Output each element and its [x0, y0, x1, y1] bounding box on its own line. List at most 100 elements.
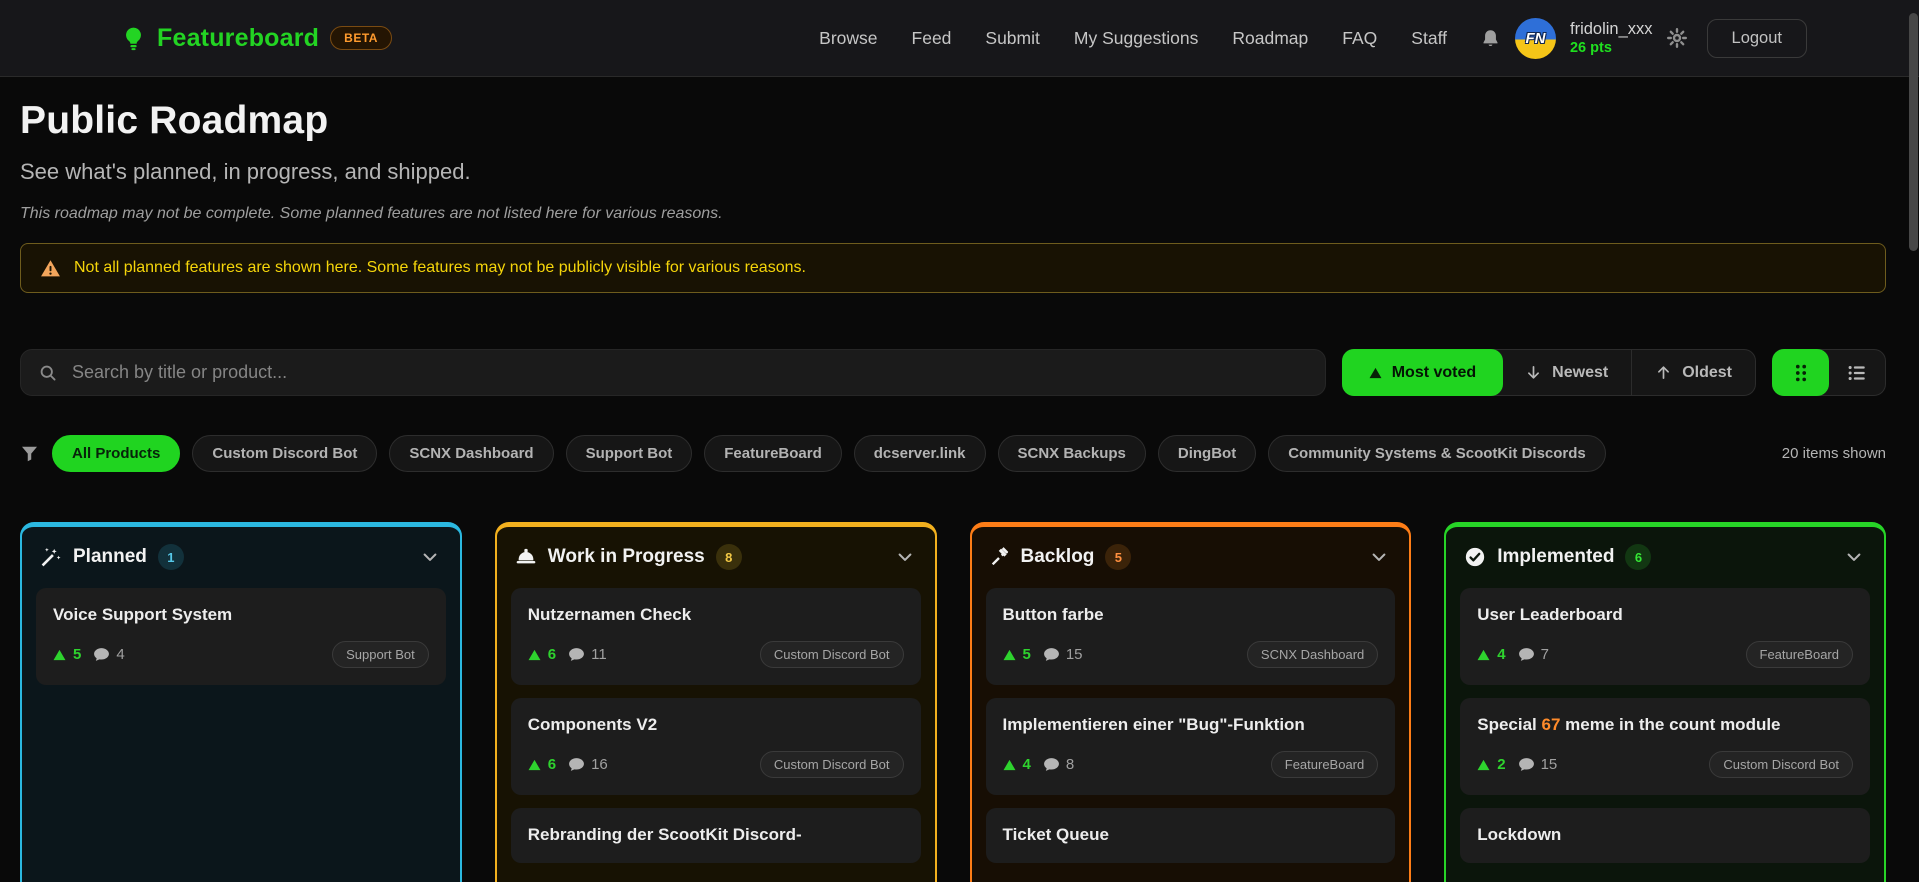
- nav-link-faq[interactable]: FAQ: [1342, 28, 1377, 49]
- chevron-down-icon[interactable]: [420, 547, 440, 567]
- brand[interactable]: Featureboard BETA: [121, 24, 392, 53]
- nav-link-my-suggestions[interactable]: My Suggestions: [1074, 28, 1199, 49]
- upvote-button[interactable]: 4: [1003, 756, 1031, 773]
- view-grid-button[interactable]: [1772, 349, 1829, 396]
- sort-newest[interactable]: Newest: [1502, 350, 1633, 395]
- comment-icon: [93, 646, 110, 663]
- triangle-up-icon: [1369, 367, 1382, 379]
- gear-icon[interactable]: [1666, 28, 1687, 48]
- avatar[interactable]: FN: [1514, 17, 1556, 59]
- controls-row: Most voted Newest Oldest: [20, 349, 1886, 396]
- card-meta: 2 15 Custom Discord Bot: [1477, 751, 1853, 779]
- scrollbar[interactable]: [1909, 0, 1918, 882]
- username: fridolin_xxx: [1569, 19, 1653, 38]
- comments-indicator: 15: [1043, 646, 1083, 663]
- bell-icon[interactable]: [1480, 28, 1501, 49]
- column-title: Backlog: [1020, 546, 1095, 567]
- chevron-down-icon[interactable]: [1369, 547, 1389, 567]
- highlighted-number: 67: [1541, 715, 1561, 735]
- sort-most-voted[interactable]: Most voted: [1341, 349, 1504, 396]
- column-header: Implemented 6: [1446, 527, 1884, 585]
- search-input[interactable]: [72, 362, 1308, 383]
- card-title: Rebranding der ScootKit Discord-: [527, 825, 802, 845]
- filter-chip-scnx-dashboard[interactable]: SCNX Dashboard: [389, 435, 554, 472]
- upvote-button[interactable]: 4: [1477, 646, 1506, 663]
- comment-count: 16: [591, 756, 608, 774]
- nav-link-roadmap[interactable]: Roadmap: [1232, 28, 1308, 49]
- chevron-down-icon[interactable]: [895, 547, 915, 567]
- vote-count: 6: [547, 756, 557, 774]
- comment-count: 4: [116, 646, 125, 664]
- card-title: Components V2: [527, 715, 658, 735]
- chevron-down-icon[interactable]: [1844, 547, 1864, 567]
- suggestion-card[interactable]: Lockdown: [1460, 808, 1870, 864]
- comments-indicator: 8: [1043, 756, 1074, 773]
- user-info: fridolin_xxx 26 pts: [1570, 19, 1653, 58]
- comment-icon: [1043, 646, 1060, 663]
- scrollbar-thumb[interactable]: [1909, 13, 1918, 251]
- comment-icon: [1518, 646, 1535, 663]
- arrow-up-icon: [1655, 364, 1672, 381]
- product-tag: FeatureBoard: [1270, 751, 1379, 779]
- nav-link-staff[interactable]: Staff: [1411, 28, 1447, 49]
- vote-count: 4: [1022, 756, 1031, 774]
- nav-links: Browse Feed Submit My Suggestions Roadmap FAQ…: [819, 28, 1447, 49]
- suggestion-card[interactable]: Nutzernamen Check 6 11 Custom Discord Bot: [510, 588, 921, 686]
- brand-name: Featureboard: [157, 23, 320, 52]
- card-meta: 5 4 Support Bot: [53, 641, 429, 669]
- sort-label: Oldest: [1682, 363, 1732, 381]
- filter-chip-custom-discord-bot[interactable]: Custom Discord Bot: [192, 435, 378, 472]
- view-toggle: [1772, 349, 1886, 396]
- filter-chip-dingbot[interactable]: DingBot: [1157, 435, 1257, 472]
- nav-link-feed[interactable]: Feed: [912, 28, 952, 49]
- comment-icon: [568, 646, 585, 663]
- check-circle-icon: [1464, 546, 1486, 568]
- column-header: Work in Progress 8: [497, 527, 935, 585]
- comments-indicator: 15: [1518, 756, 1557, 773]
- vote-up-icon: [53, 649, 66, 661]
- product-tag: FeatureBoard: [1745, 641, 1853, 669]
- sort-oldest[interactable]: Oldest: [1632, 350, 1755, 395]
- page-title: Public Roadmap: [20, 99, 329, 142]
- suggestion-card[interactable]: Special 67 meme in the count module 2 15 Cu…: [1460, 698, 1870, 796]
- view-list-button[interactable]: [1828, 350, 1885, 395]
- column-header: Backlog 5: [972, 527, 1410, 585]
- nav-link-browse[interactable]: Browse: [819, 28, 877, 49]
- cards-list: User Leaderboard 4 7 FeatureBoard Special 67…: [1446, 585, 1884, 877]
- filter-chip-community-systems-scootkit-discords[interactable]: Community Systems & ScootKit Discords: [1268, 435, 1606, 472]
- column-count-badge: 8: [715, 544, 742, 570]
- nav-link-submit[interactable]: Submit: [985, 28, 1039, 49]
- column-count-badge: 1: [157, 544, 184, 570]
- upvote-button[interactable]: 6: [528, 756, 556, 773]
- vote-up-icon: [1477, 759, 1490, 771]
- comment-count: 15: [1065, 646, 1083, 664]
- filter-chip-featureboard[interactable]: FeatureBoard: [704, 435, 842, 472]
- suggestion-card[interactable]: Components V2 6 16 Custom Discord Bot: [510, 698, 921, 796]
- comment-icon: [1518, 756, 1535, 773]
- upvote-button[interactable]: 6: [528, 646, 556, 663]
- product-tag: Custom Discord Bot: [759, 751, 904, 779]
- upvote-button[interactable]: 5: [1003, 646, 1031, 663]
- suggestion-card[interactable]: Ticket Queue: [985, 808, 1396, 864]
- logout-button[interactable]: Logout: [1706, 18, 1807, 58]
- suggestion-card[interactable]: Voice Support System 5 4 Support Bot: [36, 588, 446, 686]
- upvote-button[interactable]: 2: [1477, 756, 1506, 773]
- suggestion-card[interactable]: Implementieren einer "Bug"-Funktion 4 8 Fea…: [985, 698, 1396, 796]
- suggestion-card[interactable]: Button farbe 5 15 SCNX Dashboard: [985, 588, 1396, 686]
- comments-indicator: 7: [1518, 646, 1549, 663]
- card-title: Lockdown: [1477, 825, 1562, 845]
- suggestion-card[interactable]: Rebranding der ScootKit Discord-: [510, 808, 921, 864]
- filter-chip-all-products[interactable]: All Products: [52, 435, 181, 472]
- search-icon: [38, 363, 58, 383]
- filter-chip-dcserver-link[interactable]: dcserver.link: [853, 435, 986, 472]
- product-tag: Custom Discord Bot: [759, 641, 904, 669]
- card-title: User Leaderboard: [1477, 605, 1623, 624]
- suggestion-card[interactable]: User Leaderboard 4 7 FeatureBoard: [1460, 588, 1870, 686]
- filter-chip-scnx-backups[interactable]: SCNX Backups: [997, 435, 1146, 472]
- sort-label: Newest: [1552, 363, 1609, 381]
- upvote-button[interactable]: 5: [53, 646, 81, 663]
- product-tag: SCNX Dashboard: [1246, 641, 1379, 669]
- column-title: Work in Progress: [547, 546, 705, 567]
- filter-chip-support-bot[interactable]: Support Bot: [565, 435, 693, 472]
- comments-indicator: 16: [568, 756, 608, 773]
